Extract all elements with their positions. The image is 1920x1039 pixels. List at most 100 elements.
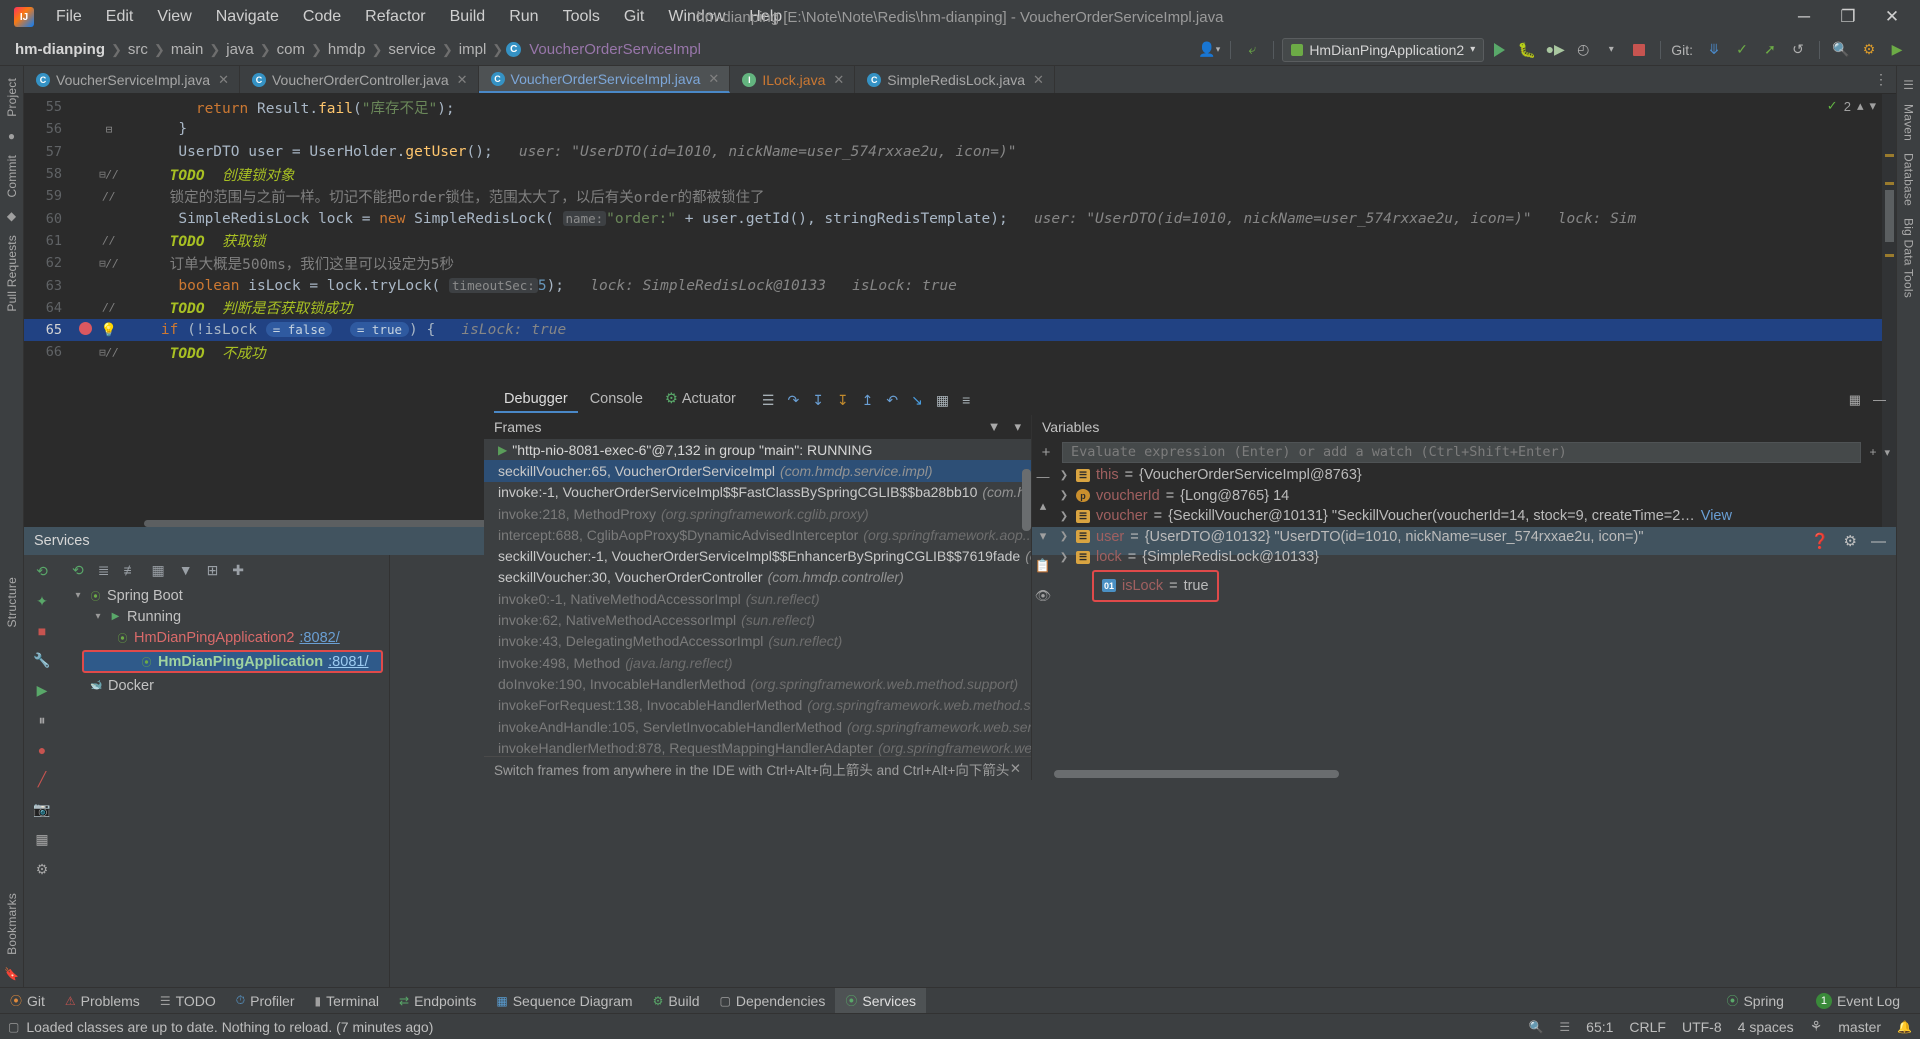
screenshot-icon[interactable]: 📷 [33,801,50,818]
editor-tab-voucher-service-impl[interactable]: C VoucherServiceImpl.java ✕ [24,66,240,93]
variables-scrollbar[interactable] [1054,770,1339,778]
editor-tabs-options-icon[interactable]: ⋮ [1866,66,1896,93]
git-branch[interactable]: master [1838,1019,1881,1035]
code-line[interactable]: 60 SimpleRedisLock lock = new SimpleRedi… [24,207,1896,229]
menu-view[interactable]: View [145,4,203,30]
search-everywhere-icon[interactable]: ▶ [1884,37,1910,63]
frame-item[interactable]: invokeForRequest:138, InvocableHandlerMe… [484,695,1031,716]
sidebar-item-bookmarks[interactable]: Bookmarks [5,887,19,961]
intention-bulb-icon[interactable]: 💡 [98,323,120,338]
evaluate-expression-input[interactable]: Evaluate expression (Enter) or add a wat… [1062,441,1862,463]
frames-scrollbar[interactable] [1022,469,1031,531]
code-line[interactable]: 55 return Result.fail("库存不足"); [24,96,1896,118]
tab-actuator[interactable]: ⚙ Actuator [655,387,746,413]
notifications-bell-icon[interactable]: 🔔 [1897,1020,1912,1034]
tree-item-hmdianpingapplication[interactable]: ⦿ HmDianPingApplication :8081/ [82,650,383,673]
sidebar-item-database[interactable]: Database [1902,147,1916,212]
chevron-right-icon[interactable]: ❯ [1058,490,1070,501]
tab-debugger[interactable]: Debugger [494,387,578,413]
menu-window[interactable]: Window [656,4,737,30]
force-step-into-icon[interactable]: ↧ [837,392,849,409]
menu-code[interactable]: Code [291,4,353,30]
resume-program-icon[interactable]: ✦ [36,593,48,610]
chevron-down-icon[interactable]: ▾ [1014,419,1021,435]
sidebar-item-commit[interactable]: Commit [5,149,19,204]
menu-navigate[interactable]: Navigate [204,4,291,30]
code-line[interactable]: 61 // TODO 获取锁 [24,230,1896,252]
bottom-tab-services[interactable]: ⦿ Services [835,987,927,1014]
close-icon[interactable]: ✕ [1010,761,1021,777]
frame-item[interactable]: doInvoke:190, InvocableHandlerMethod (or… [484,673,1031,694]
sidebar-item-project[interactable]: Project [5,72,19,123]
close-icon[interactable]: ✕ [1033,72,1044,88]
run-with-coverage-button[interactable]: ●▶ [1542,37,1568,63]
menu-run[interactable]: Run [497,4,550,30]
editor-tab-voucher-order-controller[interactable]: C VoucherOrderController.java ✕ [240,66,479,93]
breadcrumb-item-impl[interactable]: impl [456,39,490,60]
close-icon[interactable]: ✕ [218,72,229,88]
settings-sync-icon[interactable]: ⚙ [1856,37,1882,63]
code-line[interactable]: 64 // TODO 判断是否获取锁成功 [24,297,1896,319]
fold-marker[interactable]: ⊟// [98,257,120,270]
git-commit-icon[interactable]: ✓ [1729,37,1755,63]
mute-breakpoints-icon[interactable]: ╱ [38,771,46,788]
sidebar-item-structure[interactable]: Structure [5,571,19,634]
frame-item[interactable]: invoke:43, DelegatingMethodAccessorImpl … [484,631,1031,652]
git-push-icon[interactable]: ➚ [1757,37,1783,63]
breadcrumb-item-class[interactable]: VoucherOrderServiceImpl [526,39,704,60]
step-over-icon[interactable]: ↷ [787,392,799,409]
sidebar-item-big-data-tools[interactable]: Big Data Tools [1902,212,1916,304]
frame-item[interactable]: seckillVoucher:65, VoucherOrderServiceIm… [484,460,1031,482]
menu-file[interactable]: File [44,4,94,30]
panel-layout-icon[interactable]: ▦ [1849,392,1861,408]
frame-item[interactable]: invokeAndHandle:105, ServletInvocableHan… [484,716,1031,737]
settings-wrench-icon[interactable]: 🔧 [33,652,50,669]
bottom-tab-todo[interactable]: ☰ TODO [150,988,226,1014]
breadcrumb-item-com[interactable]: com [274,39,308,60]
minimize-button[interactable]: ─ [1782,1,1826,33]
frame-item[interactable]: invoke0:-1, NativeMethodAccessorImpl (su… [484,588,1031,609]
collapse-all-icon[interactable]: ≢ [123,562,137,578]
close-icon[interactable]: ✕ [457,72,468,88]
database-inspect-icon[interactable]: 🔍 [1528,1020,1543,1034]
bottom-tab-git[interactable]: ⦿ Git [0,988,55,1014]
menu-edit[interactable]: Edit [94,4,146,30]
tree-item-hmdianpingapplication2[interactable]: ⦿ HmDianPingApplication2 :8082/ [60,627,389,648]
sidebar-item-maven[interactable]: Maven [1902,98,1916,147]
copy-icon[interactable]: 📋 [1035,558,1051,574]
step-out-icon[interactable]: ↥ [862,392,874,409]
view-link[interactable]: View [1701,508,1732,524]
fold-marker[interactable]: ⊟ [98,123,120,136]
profile-button[interactable]: ◴ [1570,37,1596,63]
chevron-right-icon[interactable]: ❯ [1058,511,1070,522]
sidebar-item-pull-requests[interactable]: Pull Requests [5,229,19,318]
chevron-down-icon[interactable]: ▾ [1884,446,1890,459]
notifications-icon[interactable]: ☰ [1903,78,1914,92]
frame-item[interactable]: invoke:62, NativeMethodAccessorImpl (sun… [484,609,1031,630]
variable-row-voucher[interactable]: ❯ ☰ voucher = {SeckillVoucher@10131} "Se… [1054,506,1896,527]
code-line[interactable]: 62 ⊟// 订单大概是500ms，我们这里可以设定为5秒 [24,252,1896,274]
frame-item[interactable]: intercept:688, CglibAopProxy$DynamicAdvi… [484,524,1031,545]
rerun-icon[interactable]: ⟲ [36,563,48,580]
menu-git[interactable]: Git [612,4,656,30]
variable-row-voucherid[interactable]: ❯ p voucherId = {Long@8765} 14 [1054,486,1896,507]
breadcrumb[interactable]: hm-dianping ❯ src ❯ main ❯ java ❯ com ❯ … [12,39,704,60]
bottom-tab-dependencies[interactable]: ▢ Dependencies [709,988,835,1014]
step-into-icon[interactable]: ↧ [812,392,824,409]
frame-thread[interactable]: ▶ "http-nio-8081-exec-6"@7,132 in group … [484,439,1031,460]
tree-item-docker[interactable]: 🐋 Docker [60,675,389,696]
remove-watch-icon[interactable]: — [1037,469,1050,484]
breadcrumb-item-service[interactable]: service [385,39,439,60]
filter-icon[interactable]: ▼ [988,419,1001,435]
breadcrumb-item-main[interactable]: main [168,39,207,60]
watch-eye-icon[interactable]: 👁 [1035,588,1052,604]
stop-icon[interactable]: ■ [38,623,46,639]
breadcrumb-item-hmdp[interactable]: hmdp [325,39,369,60]
settings-icon[interactable]: ≡ [962,392,970,408]
caret-position[interactable]: 65:1 [1586,1019,1613,1035]
indent-setting[interactable]: 4 spaces [1738,1019,1794,1035]
chevron-down-icon[interactable]: ▾ [72,590,84,601]
fold-marker[interactable]: // [98,190,120,203]
tree-item-port[interactable]: :8082/ [299,630,339,646]
tree-item-running[interactable]: ▾ ▶ Running [60,606,389,627]
